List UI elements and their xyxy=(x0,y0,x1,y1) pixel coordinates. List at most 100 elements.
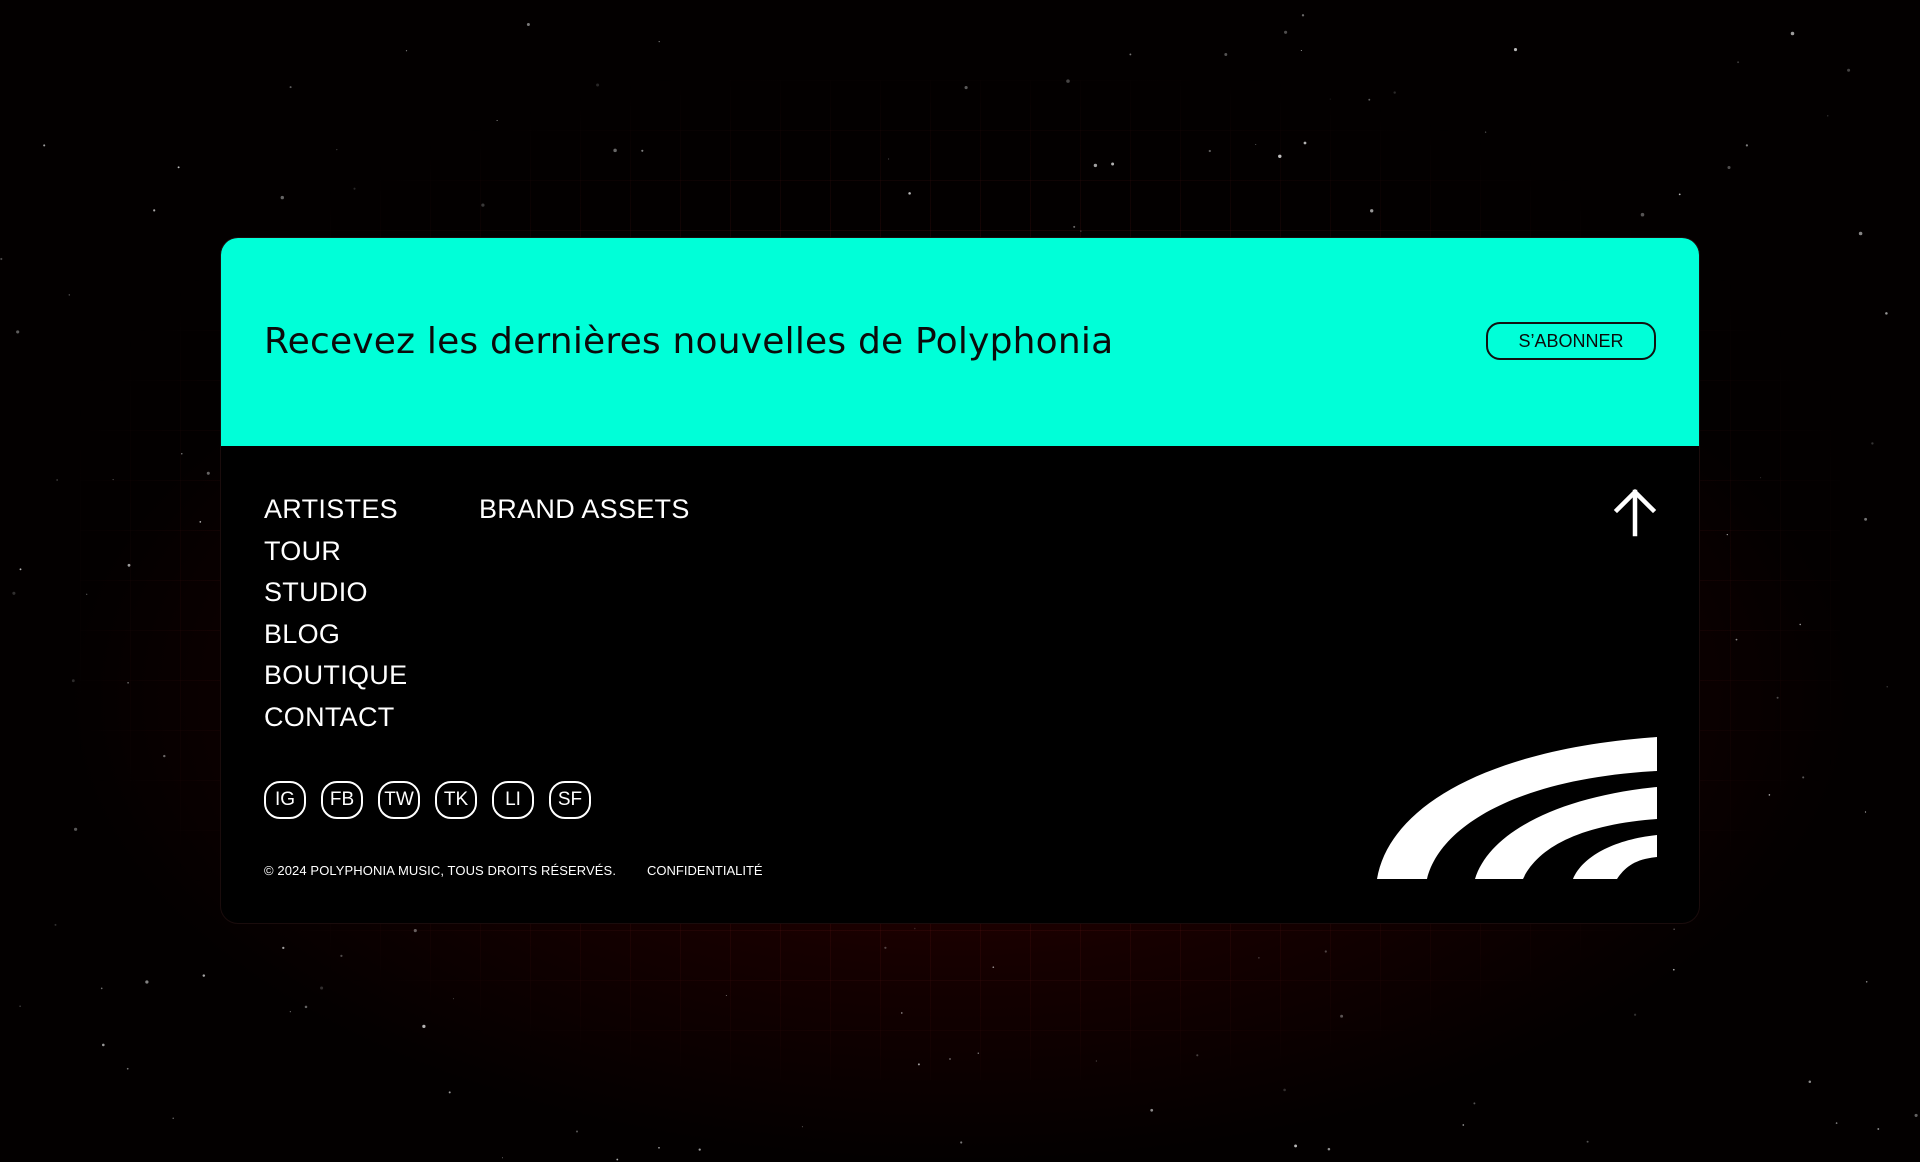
dust-speck xyxy=(641,149,644,152)
dust-speck xyxy=(992,966,995,969)
dust-speck xyxy=(1513,48,1518,52)
dust-speck xyxy=(616,1158,619,1161)
subscribe-button[interactable]: S’ABONNER xyxy=(1486,322,1656,360)
dust-speck xyxy=(1633,1013,1637,1016)
dust-speck xyxy=(1255,144,1257,145)
dust-speck xyxy=(1208,149,1211,153)
dust-speck xyxy=(1080,230,1082,232)
dust-speck xyxy=(1473,1102,1476,1105)
dust-speck xyxy=(289,1011,291,1013)
dust-speck xyxy=(1484,131,1487,133)
dust-speck xyxy=(74,827,78,831)
dust-speck xyxy=(289,86,292,89)
dust-speck xyxy=(1258,957,1260,959)
dust-speck xyxy=(1284,30,1288,34)
dust-speck xyxy=(1303,141,1307,145)
dust-speck xyxy=(1835,1122,1838,1124)
nav-link-studio[interactable]: STUDIO xyxy=(264,572,407,614)
dust-speck xyxy=(964,86,968,90)
dust-speck xyxy=(575,1130,579,1133)
dust-speck xyxy=(1093,163,1098,168)
dust-speck xyxy=(1640,212,1645,217)
dust-speck xyxy=(1827,115,1829,117)
newsletter-banner: Recevez les dernières nouvelles de Polyp… xyxy=(221,238,1699,446)
dust-speck xyxy=(54,923,57,926)
nav-link-contact[interactable]: CONTACT xyxy=(264,697,407,739)
back-to-top-button[interactable] xyxy=(1611,486,1659,538)
dust-speck xyxy=(1294,1144,1298,1148)
dust-speck xyxy=(1735,638,1738,641)
dust-speck xyxy=(1283,1088,1286,1092)
dust-speck xyxy=(1802,776,1805,779)
dust-speck xyxy=(1808,1080,1812,1084)
footer-nav-primary: ARTISTES TOUR STUDIO BLOG BOUTIQUE CONTA… xyxy=(264,489,407,738)
dust-speck xyxy=(68,294,70,296)
dust-speck xyxy=(801,1126,803,1128)
dust-speck xyxy=(908,192,911,195)
nav-link-tour[interactable]: TOUR xyxy=(264,531,407,573)
nav-link-brand-assets[interactable]: BRAND ASSETS xyxy=(479,489,690,531)
dust-speck xyxy=(1673,928,1675,930)
social-tiktok-button[interactable]: TK xyxy=(435,781,477,819)
dust-speck xyxy=(658,40,660,43)
social-soundfly-button[interactable]: SF xyxy=(549,781,591,819)
dust-speck xyxy=(1196,1054,1199,1057)
dust-speck xyxy=(1726,534,1728,536)
dust-speck xyxy=(596,83,600,87)
dust-speck xyxy=(353,187,356,190)
dust-speck xyxy=(320,986,324,990)
dust-speck xyxy=(1864,517,1868,521)
dust-speck xyxy=(1340,1014,1344,1018)
social-links: IG FB TW TK LI SF xyxy=(264,781,591,819)
dust-speck xyxy=(884,946,887,949)
nav-link-blog[interactable]: BLOG xyxy=(264,614,407,656)
dust-speck xyxy=(12,591,16,595)
dust-speck xyxy=(1327,1147,1331,1151)
site-footer: ARTISTES TOUR STUDIO BLOG BOUTIQUE CONTA… xyxy=(221,446,1699,923)
dust-speck xyxy=(153,209,156,212)
dust-speck xyxy=(1865,981,1868,983)
dust-speck xyxy=(1877,1128,1880,1130)
dust-speck xyxy=(1790,31,1795,36)
dust-speck xyxy=(1672,968,1675,971)
dust-speck xyxy=(56,479,58,481)
dust-speck xyxy=(1885,312,1888,315)
newsletter-title: Recevez les dernières nouvelles de Polyp… xyxy=(264,321,1114,362)
dust-speck xyxy=(1393,91,1396,94)
dust-speck xyxy=(102,1043,105,1047)
dust-speck xyxy=(181,453,183,455)
dust-speck xyxy=(1886,686,1888,688)
nav-link-artistes[interactable]: ARTISTES xyxy=(264,489,407,531)
social-linkedin-button[interactable]: LI xyxy=(492,781,534,819)
dust-speck xyxy=(100,987,103,990)
dust-speck xyxy=(340,954,343,958)
social-facebook-button[interactable]: FB xyxy=(321,781,363,819)
privacy-link[interactable]: CONFIDENTIALITÉ xyxy=(647,863,763,878)
social-instagram-button[interactable]: IG xyxy=(264,781,306,819)
dust-speck xyxy=(1150,1108,1154,1112)
dust-speck xyxy=(199,521,202,523)
dust-speck xyxy=(1301,14,1305,17)
social-twitter-button[interactable]: TW xyxy=(378,781,420,819)
dust-speck xyxy=(405,50,408,52)
dust-speck xyxy=(145,980,149,984)
dust-speck xyxy=(496,119,498,122)
dust-speck xyxy=(1858,231,1863,236)
dust-speck xyxy=(1914,1113,1918,1117)
dust-speck xyxy=(1760,477,1762,479)
dust-speck xyxy=(1727,165,1731,170)
dust-speck xyxy=(1300,50,1302,51)
footer-nav-secondary: BRAND ASSETS xyxy=(479,489,690,531)
dust-speck xyxy=(914,927,916,930)
dust-speck xyxy=(0,257,3,261)
dust-speck xyxy=(1745,144,1749,147)
nav-link-boutique[interactable]: BOUTIQUE xyxy=(264,655,407,697)
dust-speck xyxy=(1799,623,1801,626)
footer-card: Recevez les dernières nouvelles de Polyp… xyxy=(220,237,1700,924)
dust-speck xyxy=(19,568,22,571)
dust-speck xyxy=(502,1157,503,1159)
dust-speck xyxy=(1129,53,1132,56)
dust-speck xyxy=(1224,53,1228,56)
dust-speck xyxy=(1847,68,1851,72)
logo-arc-inner xyxy=(1573,835,1657,879)
